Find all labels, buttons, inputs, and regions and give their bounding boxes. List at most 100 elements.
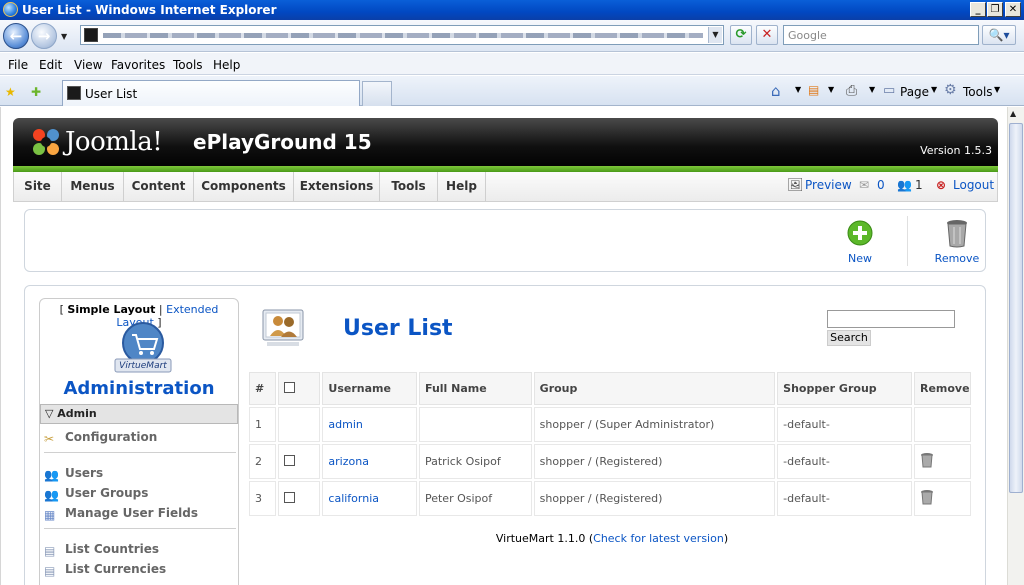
trash-icon: [947, 220, 967, 248]
col-full-name[interactable]: Full Name: [418, 372, 532, 405]
browser-search-button[interactable]: 🔍▾: [982, 25, 1016, 45]
menu-components[interactable]: Components: [194, 172, 294, 201]
sidebar-item-configuration[interactable]: ✂ Configuration: [44, 430, 157, 446]
close-window-button[interactable]: ✕: [1005, 2, 1021, 17]
menu-tools[interactable]: Tools: [380, 172, 438, 201]
page-viewport: Joomla! ePlayGround 15 Version 1.5.3 Sit…: [0, 107, 1024, 585]
messages-count[interactable]: 0: [877, 178, 885, 192]
logout-icon[interactable]: ⊗: [936, 178, 946, 192]
username-link[interactable]: arizona: [328, 455, 369, 468]
bracket-open: [: [59, 303, 64, 316]
favorites-star-icon[interactable]: ★: [5, 85, 16, 99]
menu-extensions[interactable]: Extensions: [294, 172, 380, 201]
user-fields-icon: ▦: [44, 508, 56, 522]
shopper-group-cell: -default-: [777, 481, 912, 516]
remove-button[interactable]: Remove: [927, 218, 987, 266]
tools-menu[interactable]: Tools: [963, 85, 993, 99]
online-users-icon: 👥: [897, 178, 912, 192]
remove-cell: [913, 444, 971, 479]
menu-tools[interactable]: Tools: [173, 58, 203, 72]
sidebar-item-list-countries[interactable]: ▤ List Countries: [44, 542, 159, 558]
page-scrollbar[interactable]: ▲: [1007, 107, 1024, 585]
group-cell: shopper / (Registered): [533, 444, 776, 479]
table-row: 1 admin shopper / (Super Administrator) …: [249, 407, 971, 442]
menu-site[interactable]: Site: [14, 172, 62, 201]
action-toolbar: New Remove: [24, 209, 986, 272]
row-checkbox[interactable]: [284, 454, 296, 466]
logout-link[interactable]: Logout: [953, 178, 994, 192]
row-trash-icon[interactable]: [920, 452, 934, 468]
home-dropdown-icon[interactable]: ▼: [795, 85, 801, 94]
user-search-input[interactable]: [827, 310, 955, 328]
simple-layout-link[interactable]: Simple Layout: [67, 303, 155, 316]
add-favorite-icon[interactable]: ✚: [31, 85, 41, 99]
menu-content[interactable]: Content: [124, 172, 194, 201]
new-tab-button[interactable]: [362, 81, 392, 106]
menu-file[interactable]: File: [8, 58, 28, 72]
table-row: 3 california Peter Osipof shopper / (Reg…: [249, 481, 971, 516]
check-version-link[interactable]: Check for latest version: [593, 532, 724, 545]
sidebar-item-user-groups[interactable]: 👥 User Groups: [44, 486, 148, 502]
history-dropdown-icon[interactable]: ▼: [61, 32, 67, 41]
menu-help[interactable]: Help: [213, 58, 240, 72]
menu-menus[interactable]: Menus: [62, 172, 124, 201]
preview-link[interactable]: Preview: [805, 178, 852, 192]
maximize-button[interactable]: ❐: [987, 2, 1003, 17]
tab-user-list[interactable]: User List: [62, 80, 360, 106]
page-menu[interactable]: Page: [900, 85, 929, 99]
print-icon[interactable]: ⎙: [846, 83, 857, 99]
new-button[interactable]: New: [830, 218, 890, 266]
admin-section-header[interactable]: ▽ Admin: [40, 404, 238, 424]
row-trash-icon[interactable]: [920, 489, 934, 505]
shopper-group-cell: -default-: [777, 444, 912, 479]
page-icon[interactable]: ▭: [883, 83, 895, 98]
virtuemart-logo: VirtueMart: [112, 319, 174, 377]
countries-icon: ▤: [44, 544, 56, 558]
tools-gear-icon[interactable]: ⚙: [944, 82, 957, 98]
page-dropdown-icon[interactable]: ▼: [931, 85, 937, 94]
select-all-checkbox[interactable]: [284, 381, 296, 393]
url-dropdown-icon[interactable]: ▼: [708, 27, 722, 43]
browser-tabbar: ★ ✚ User List ⌂ ▼ ▤ ▼ ⎙ ▼ ▭ Page ▼ ⚙ Too…: [0, 76, 1024, 106]
col-group[interactable]: Group: [533, 372, 776, 405]
url-field[interactable]: ▼: [80, 25, 724, 45]
feeds-dropdown-icon[interactable]: ▼: [828, 85, 834, 94]
site-favicon-icon: [84, 28, 98, 42]
admin-section-label: Admin: [57, 407, 97, 420]
username-link[interactable]: admin: [328, 418, 362, 431]
fullname-cell: [418, 407, 532, 442]
shopper-group-cell: -default-: [777, 407, 912, 442]
minimize-button[interactable]: _: [970, 2, 986, 17]
scroll-up-icon[interactable]: ▲: [1010, 109, 1016, 118]
sidebar-item-manage-user-fields[interactable]: ▦ Manage User Fields: [44, 506, 199, 522]
refresh-button[interactable]: ⟳: [730, 25, 752, 45]
col-username[interactable]: Username: [322, 372, 417, 405]
fullname-cell: Patrick Osipof: [418, 444, 532, 479]
feeds-icon[interactable]: ▤: [808, 83, 819, 97]
tools-dropdown-icon[interactable]: ▼: [994, 85, 1000, 94]
menu-help[interactable]: Help: [438, 172, 486, 201]
user-search-button[interactable]: Search: [827, 330, 871, 346]
username-cell: admin: [322, 407, 417, 442]
print-dropdown-icon[interactable]: ▼: [869, 85, 875, 94]
footer-suffix: ): [723, 532, 729, 545]
browser-search-input[interactable]: Google: [783, 25, 979, 45]
sidebar-item-label: Manage User Fields: [65, 506, 199, 520]
back-button[interactable]: ←: [3, 23, 29, 49]
menu-favorites[interactable]: Favorites: [111, 58, 165, 72]
stop-button[interactable]: ✕: [756, 25, 778, 45]
menu-edit[interactable]: Edit: [39, 58, 62, 72]
sidebar-item-users[interactable]: 👥 Users: [44, 466, 103, 482]
row-select-cell: [278, 481, 321, 516]
forward-button[interactable]: →: [31, 23, 57, 49]
preview-icon[interactable]: 🖼: [787, 178, 804, 193]
messages-icon[interactable]: ✉: [859, 178, 869, 192]
row-number: 2: [249, 444, 277, 479]
col-shopper-group[interactable]: Shopper Group: [777, 372, 912, 405]
row-checkbox[interactable]: [284, 491, 296, 503]
sidebar-item-list-currencies[interactable]: ▤ List Currencies: [44, 562, 166, 578]
username-link[interactable]: california: [328, 492, 379, 505]
home-icon[interactable]: ⌂: [771, 82, 781, 100]
menu-view[interactable]: View: [74, 58, 102, 72]
scrollbar-thumb[interactable]: [1009, 123, 1023, 493]
